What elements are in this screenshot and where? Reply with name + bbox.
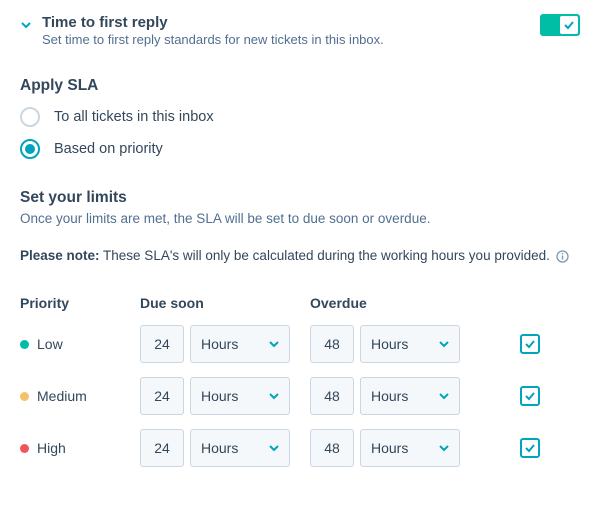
table-row: Medium Hours Hours: [20, 377, 580, 415]
priority-label: High: [37, 440, 66, 456]
note-text: These SLA's will only be calculated duri…: [100, 248, 550, 263]
overdue-unit-select[interactable]: Hours: [360, 377, 460, 415]
overdue-value-input[interactable]: [310, 429, 354, 467]
due-soon-value-input[interactable]: [140, 429, 184, 467]
row-enable-checkbox[interactable]: [520, 386, 540, 406]
select-value: Hours: [371, 336, 408, 352]
select-value: Hours: [371, 440, 408, 456]
caret-down-icon: [439, 440, 449, 456]
section-title: Time to first reply: [42, 14, 540, 31]
caret-down-icon: [439, 336, 449, 352]
col-due-soon: Due soon: [140, 295, 310, 311]
limits-note: Please note: These SLA's will only be ca…: [20, 248, 580, 263]
section-subtitle: Set time to first reply standards for ne…: [42, 32, 540, 47]
priority-dot-icon: [20, 444, 29, 453]
priority-dot-icon: [20, 392, 29, 401]
radio-label: Based on priority: [54, 141, 163, 157]
col-overdue: Overdue: [310, 295, 480, 311]
due-soon-unit-select[interactable]: Hours: [190, 377, 290, 415]
due-soon-value-input[interactable]: [140, 325, 184, 363]
select-value: Hours: [201, 440, 238, 456]
priority-cell: High: [20, 440, 140, 456]
overdue-unit-select[interactable]: Hours: [360, 325, 460, 363]
priority-cell: Low: [20, 336, 140, 352]
priority-label: Low: [37, 336, 63, 352]
select-value: Hours: [371, 388, 408, 404]
row-enable-checkbox[interactable]: [520, 438, 540, 458]
select-value: Hours: [201, 336, 238, 352]
due-soon-value-input[interactable]: [140, 377, 184, 415]
radio-icon: [20, 107, 40, 127]
table-row: Low Hours Hours: [20, 325, 580, 363]
radio-icon: [20, 139, 40, 159]
caret-down-icon: [269, 440, 279, 456]
radio-based-on-priority[interactable]: Based on priority: [20, 139, 580, 159]
caret-down-icon: [269, 388, 279, 404]
radio-label: To all tickets in this inbox: [54, 109, 214, 125]
priority-label: Medium: [37, 388, 87, 404]
col-priority: Priority: [20, 295, 140, 311]
due-soon-unit-select[interactable]: Hours: [190, 325, 290, 363]
radio-all-tickets[interactable]: To all tickets in this inbox: [20, 107, 580, 127]
overdue-unit-select[interactable]: Hours: [360, 429, 460, 467]
due-soon-unit-select[interactable]: Hours: [190, 429, 290, 467]
toggle-thumb: [560, 16, 578, 34]
note-label: Please note:: [20, 248, 100, 263]
enable-toggle[interactable]: [540, 14, 580, 36]
caret-down-icon: [269, 336, 279, 352]
overdue-value-input[interactable]: [310, 377, 354, 415]
priority-dot-icon: [20, 340, 29, 349]
apply-sla-heading: Apply SLA: [20, 77, 580, 95]
row-enable-checkbox[interactable]: [520, 334, 540, 354]
info-icon[interactable]: [556, 250, 569, 263]
limits-desc: Once your limits are met, the SLA will b…: [20, 211, 580, 226]
caret-down-icon: [439, 388, 449, 404]
select-value: Hours: [201, 388, 238, 404]
overdue-value-input[interactable]: [310, 325, 354, 363]
table-row: High Hours Hours: [20, 429, 580, 467]
chevron-down-icon[interactable]: [20, 18, 34, 34]
priority-cell: Medium: [20, 388, 140, 404]
limits-heading: Set your limits: [20, 189, 580, 207]
